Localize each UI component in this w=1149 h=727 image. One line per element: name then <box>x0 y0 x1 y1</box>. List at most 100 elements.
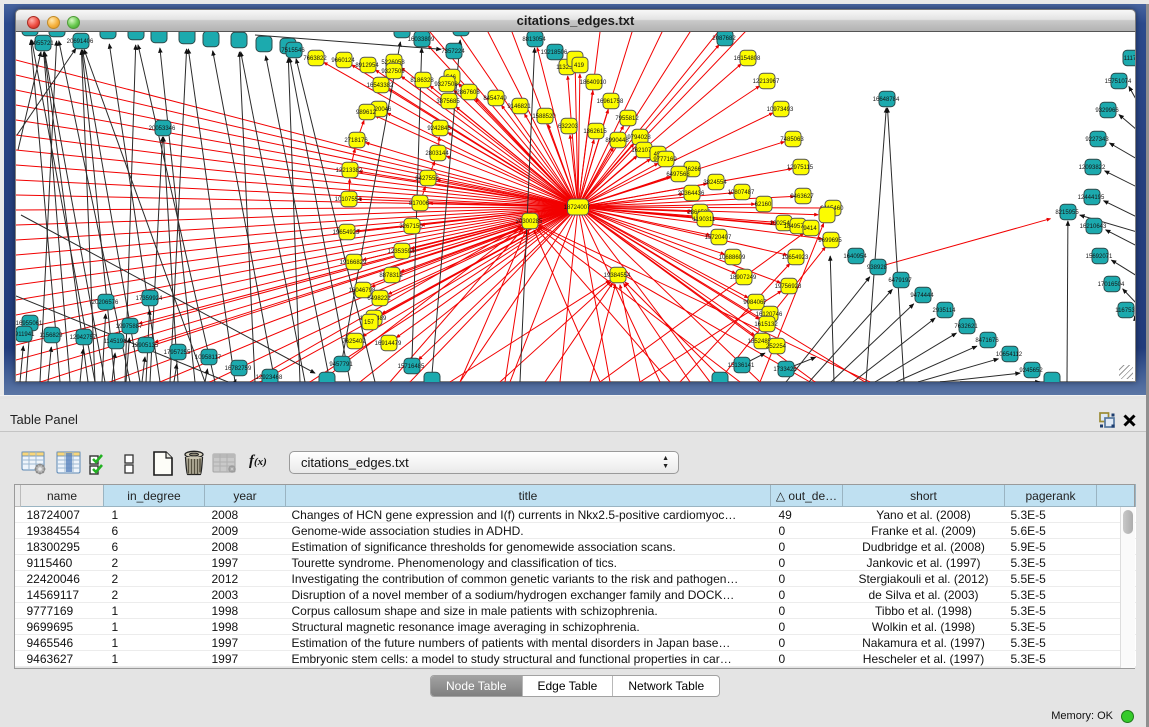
svg-text:938928: 938928 <box>867 265 888 271</box>
svg-text:7357224: 7357224 <box>441 49 465 55</box>
svg-text:10688609: 10688609 <box>719 255 746 261</box>
svg-text:9777169: 9777169 <box>653 157 677 163</box>
svg-text:19166829: 19166829 <box>340 260 367 266</box>
svg-text:20206576: 20206576 <box>92 300 119 306</box>
svg-text:8471676: 8471676 <box>975 338 999 344</box>
svg-text:157: 157 <box>364 320 375 326</box>
svg-text:19654923: 19654923 <box>333 230 360 236</box>
svg-text:19975887: 19975887 <box>116 324 143 330</box>
svg-text:20691406: 20691406 <box>67 39 94 45</box>
svg-text:989612: 989612 <box>356 110 377 116</box>
svg-text:9660124: 9660124 <box>331 58 355 64</box>
svg-text:17359924: 17359924 <box>136 296 163 302</box>
svg-text:7625402: 7625402 <box>342 339 366 345</box>
svg-text:62160: 62160 <box>755 202 772 208</box>
svg-text:8878312: 8878312 <box>379 273 403 279</box>
svg-text:12213967: 12213967 <box>753 79 780 85</box>
svg-text:2935114: 2935114 <box>933 308 957 314</box>
svg-text:1156829: 1156829 <box>40 333 64 339</box>
svg-text:1362615: 1362615 <box>583 129 607 135</box>
svg-text:9084067: 9084067 <box>743 300 767 306</box>
svg-text:1145194: 1145194 <box>104 339 128 345</box>
svg-text:16543382: 16543382 <box>367 83 394 89</box>
svg-text:7485063: 7485063 <box>780 137 804 143</box>
svg-text:12444195: 12444195 <box>1078 195 1105 201</box>
svg-text:16154808: 16154808 <box>734 56 761 62</box>
svg-text:9794028: 9794028 <box>627 135 651 141</box>
svg-text:15136141: 15136141 <box>728 363 755 369</box>
svg-text:18640910: 18640910 <box>580 80 607 86</box>
svg-text:19654923: 19654923 <box>782 255 809 261</box>
svg-text:12975115: 12975115 <box>787 165 814 171</box>
svg-text:9327509: 9327509 <box>381 69 405 75</box>
svg-text:1117: 1117 <box>1124 56 1135 62</box>
svg-text:9457791: 9457791 <box>329 362 353 368</box>
svg-text:8912954: 8912954 <box>355 63 379 69</box>
svg-text:1190311: 1190311 <box>693 217 716 223</box>
svg-text:2055721: 2055721 <box>30 41 54 47</box>
svg-text:3824554: 3824554 <box>703 180 727 186</box>
svg-text:9327508: 9327508 <box>434 82 458 88</box>
svg-text:10973493: 10973493 <box>767 107 794 113</box>
svg-text:8215955: 8215955 <box>1055 210 1079 216</box>
svg-text:2867608: 2867608 <box>456 90 480 96</box>
svg-text:15692071: 15692071 <box>1086 254 1113 260</box>
svg-text:8427552: 8427552 <box>415 176 439 182</box>
svg-text:9699695: 9699695 <box>818 238 842 244</box>
svg-text:7955812: 7955812 <box>615 116 639 122</box>
svg-text:12213382: 12213382 <box>336 168 363 174</box>
svg-text:20053346: 20053346 <box>149 126 176 132</box>
svg-text:9245652: 9245652 <box>1019 368 1043 374</box>
svg-text:12923468: 12923468 <box>256 375 283 381</box>
svg-text:10958117: 10958117 <box>195 355 222 361</box>
svg-text:9463627: 9463627 <box>790 194 814 200</box>
svg-text:6479197: 6479197 <box>888 278 912 284</box>
svg-text:632203: 632203 <box>558 124 579 130</box>
svg-text:1733426: 1733426 <box>773 367 797 373</box>
svg-text:15716485: 15716485 <box>398 364 425 370</box>
svg-text:10107554: 10107554 <box>335 197 362 203</box>
svg-text:18724007: 18724007 <box>564 205 591 211</box>
svg-text:3911941: 3911941 <box>16 332 35 338</box>
svg-text:10807487: 10807487 <box>728 190 755 196</box>
svg-text:2087682: 2087682 <box>712 36 736 42</box>
svg-text:419: 419 <box>574 63 585 69</box>
svg-text:16782759: 16782759 <box>225 366 252 372</box>
svg-text:16210643: 16210643 <box>1080 224 1107 230</box>
svg-text:10654112: 10654112 <box>996 352 1023 358</box>
svg-text:9474444: 9474444 <box>910 293 934 299</box>
svg-text:19218506: 19218506 <box>541 50 568 56</box>
svg-text:9146821: 9146821 <box>507 104 531 110</box>
svg-text:7515546: 7515546 <box>281 48 305 54</box>
svg-text:9329966: 9329966 <box>1095 108 1119 114</box>
svg-text:1588520: 1588520 <box>532 114 556 120</box>
svg-text:18907249: 18907249 <box>730 275 757 281</box>
svg-text:1640954: 1640954 <box>843 254 867 260</box>
svg-text:2803144: 2803144 <box>425 151 449 157</box>
svg-text:12905135: 12905135 <box>132 343 159 349</box>
svg-text:12353594: 12353594 <box>388 249 415 255</box>
svg-text:3875685: 3875685 <box>436 99 460 105</box>
svg-text:9242845: 9242845 <box>427 126 451 132</box>
svg-text:3267150: 3267150 <box>399 224 423 230</box>
svg-text:7663822: 7663822 <box>303 56 327 62</box>
svg-text:20364436: 20364436 <box>678 191 705 197</box>
svg-text:12942757: 12942757 <box>70 335 97 341</box>
svg-text:116753: 116753 <box>1115 308 1135 314</box>
svg-text:8186328: 8186328 <box>410 78 434 84</box>
svg-text:20300285: 20300285 <box>516 219 543 225</box>
svg-text:8813054: 8813054 <box>522 37 546 43</box>
svg-text:9414: 9414 <box>803 226 817 232</box>
svg-text:16961758: 16961758 <box>597 99 624 105</box>
svg-text:817006: 817006 <box>409 201 430 207</box>
svg-text:19384554: 19384554 <box>604 273 631 279</box>
svg-text:7632621: 7632621 <box>954 324 978 330</box>
svg-text:1615132: 1615132 <box>754 322 778 328</box>
svg-text:8990448: 8990448 <box>605 138 629 144</box>
svg-text:17016504: 17016504 <box>1098 282 1125 288</box>
svg-text:8454749: 8454749 <box>483 96 507 102</box>
svg-text:15720407: 15720407 <box>705 235 732 241</box>
svg-text:16648784: 16648784 <box>873 97 900 103</box>
svg-text:9227343: 9227343 <box>1085 137 1109 143</box>
svg-text:19756928: 19756928 <box>775 284 802 290</box>
